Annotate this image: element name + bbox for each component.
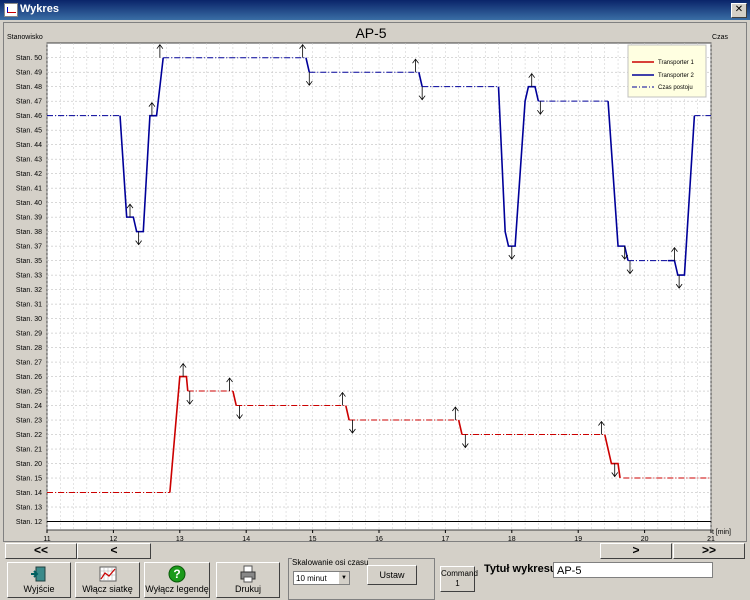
x-tick-label: 19 bbox=[574, 536, 582, 541]
y-tick-label: Stan. 42 bbox=[16, 171, 42, 178]
y-tick-label: Stan. 14 bbox=[16, 490, 42, 497]
y-tick-label: Stan. 30 bbox=[16, 316, 42, 323]
time-scale-select[interactable]: 10 minut ▼ bbox=[293, 571, 350, 585]
x-tick-label: 17 bbox=[442, 536, 450, 541]
printer-icon bbox=[240, 565, 256, 583]
toggle-grid-button[interactable]: Włącz siatkę bbox=[75, 562, 140, 598]
y-tick-label: Stan. 40 bbox=[16, 200, 42, 207]
exit-door-icon bbox=[31, 566, 46, 582]
command-button[interactable]: Command 1 bbox=[440, 566, 478, 592]
scroll-right-button[interactable]: > bbox=[600, 543, 672, 559]
x-tick-label: 15 bbox=[309, 536, 317, 541]
command-label: Command bbox=[441, 569, 478, 578]
legend: Transporter 1 Transporter 2 Czas postoju bbox=[627, 44, 707, 98]
y-tick-label: Stan. 50 bbox=[16, 55, 42, 62]
toggle-grid-label: Włącz siatkę bbox=[82, 584, 133, 594]
close-button[interactable]: ✕ bbox=[731, 3, 747, 18]
toggle-legend-label: Wyłącz legendę bbox=[145, 584, 209, 594]
y-tick-label: Stan. 49 bbox=[16, 70, 42, 77]
x-tick-label: 16 bbox=[375, 536, 383, 541]
time-scale-label: Skalowanie osi czasu bbox=[292, 558, 369, 567]
y-tick-label: Stan. 41 bbox=[16, 186, 42, 193]
y-tick-label: Stan. 35 bbox=[16, 258, 42, 265]
title-bar: Wykres ✕ bbox=[0, 0, 750, 20]
app-chart-icon bbox=[4, 3, 18, 17]
y-tick-label: Stan. 38 bbox=[16, 229, 42, 236]
x-tick-labels: 11 12 13 14 15 16 17 18 19 20 21 bbox=[43, 530, 715, 541]
chart-svg: Stan. 12 Stan. 13 Stan. 14 Stan. 15 Stan. 20… bbox=[7, 25, 731, 541]
legend-idle-time: Czas postoju bbox=[658, 85, 693, 91]
x-tick-label: 12 bbox=[110, 536, 118, 541]
chart-title-label: Tytuł wykresu: bbox=[484, 563, 561, 575]
help-icon: ? bbox=[168, 565, 186, 583]
y-tick-label: Stan. 32 bbox=[16, 287, 42, 294]
y-tick-label: Stan. 45 bbox=[16, 128, 42, 135]
y-tick-label: Stan. 12 bbox=[16, 519, 42, 526]
y-tick-label: Stan. 27 bbox=[16, 360, 42, 367]
y-tick-label: Stan. 23 bbox=[16, 418, 42, 425]
y-tick-labels: Stan. 12 Stan. 13 Stan. 14 Stan. 15 Stan. 20… bbox=[16, 55, 42, 526]
chart-title-input[interactable]: AP-5 bbox=[553, 562, 713, 578]
chart-title: AP-5 bbox=[355, 25, 386, 41]
y-tick-label: Stan. 20 bbox=[16, 461, 42, 468]
window-title: Wykres bbox=[20, 3, 59, 15]
y-tick-label: Stan. 37 bbox=[16, 244, 42, 251]
y-tick-label: Stan. 22 bbox=[16, 432, 42, 439]
y-tick-label: Stan. 15 bbox=[16, 476, 42, 483]
y-tick-label: Stan. 28 bbox=[16, 345, 42, 352]
y-tick-label: Stan. 24 bbox=[16, 403, 42, 410]
scroll-far-right-button[interactable]: >> bbox=[673, 543, 745, 559]
time-scale-group: Skalowanie osi czasu 10 minut ▼ Ustaw bbox=[288, 558, 435, 600]
scroll-left-button[interactable]: < bbox=[77, 543, 151, 559]
y-tick-label: Stan. 26 bbox=[16, 374, 42, 381]
exit-button[interactable]: Wyjście bbox=[7, 562, 71, 598]
dropdown-arrow-icon[interactable]: ▼ bbox=[339, 572, 349, 584]
y-tick-label: Stan. 31 bbox=[16, 302, 42, 309]
y-tick-label: Stan. 21 bbox=[16, 447, 42, 454]
time-scale-value: 10 minut bbox=[296, 574, 327, 583]
x-tick-label: 14 bbox=[242, 536, 250, 541]
print-button[interactable]: Drukuj bbox=[216, 562, 280, 598]
y-tick-label: Stan. 39 bbox=[16, 215, 42, 222]
y-tick-label: Stan. 47 bbox=[16, 99, 42, 106]
x-unit-label: t [min] bbox=[712, 529, 731, 536]
x-tick-label: 13 bbox=[176, 536, 184, 541]
grid-chart-icon bbox=[99, 566, 116, 582]
x-tick-label: 18 bbox=[508, 536, 516, 541]
legend-transporter-1: Transporter 1 bbox=[658, 60, 694, 66]
bottom-toolbar: Wyjście Włącz siatkę ? Wyłącz legendę Dr… bbox=[0, 558, 750, 600]
command-number: 1 bbox=[455, 579, 460, 588]
chart-panel: Stan. 12 Stan. 13 Stan. 14 Stan. 15 Stan. 20… bbox=[3, 22, 747, 542]
y-axis-label: Stanowisko bbox=[7, 34, 43, 41]
apply-scale-button[interactable]: Ustaw bbox=[367, 565, 417, 585]
exit-label: Wyjście bbox=[23, 584, 55, 594]
y-tick-label: Stan. 46 bbox=[16, 113, 42, 120]
x-tick-label: 11 bbox=[43, 536, 50, 541]
y-tick-label: Stan. 29 bbox=[16, 331, 42, 338]
y-tick-label: Stan. 13 bbox=[16, 505, 42, 512]
toggle-legend-button[interactable]: ? Wyłącz legendę bbox=[144, 562, 210, 598]
scroll-far-left-button[interactable]: << bbox=[5, 543, 77, 559]
y-tick-label: Stan. 33 bbox=[16, 273, 42, 280]
x-tick-label: 21 bbox=[707, 536, 715, 541]
y-tick-label: Stan. 25 bbox=[16, 389, 42, 396]
y-tick-label: Stan. 48 bbox=[16, 84, 42, 91]
svg-text:?: ? bbox=[173, 567, 180, 581]
x-axis-label: Czas bbox=[712, 34, 728, 41]
legend-transporter-2: Transporter 2 bbox=[658, 73, 694, 79]
y-tick-label: Stan. 43 bbox=[16, 157, 42, 164]
print-label: Drukuj bbox=[234, 584, 261, 594]
x-tick-label: 20 bbox=[641, 536, 649, 541]
y-tick-label: Stan. 44 bbox=[16, 142, 42, 149]
